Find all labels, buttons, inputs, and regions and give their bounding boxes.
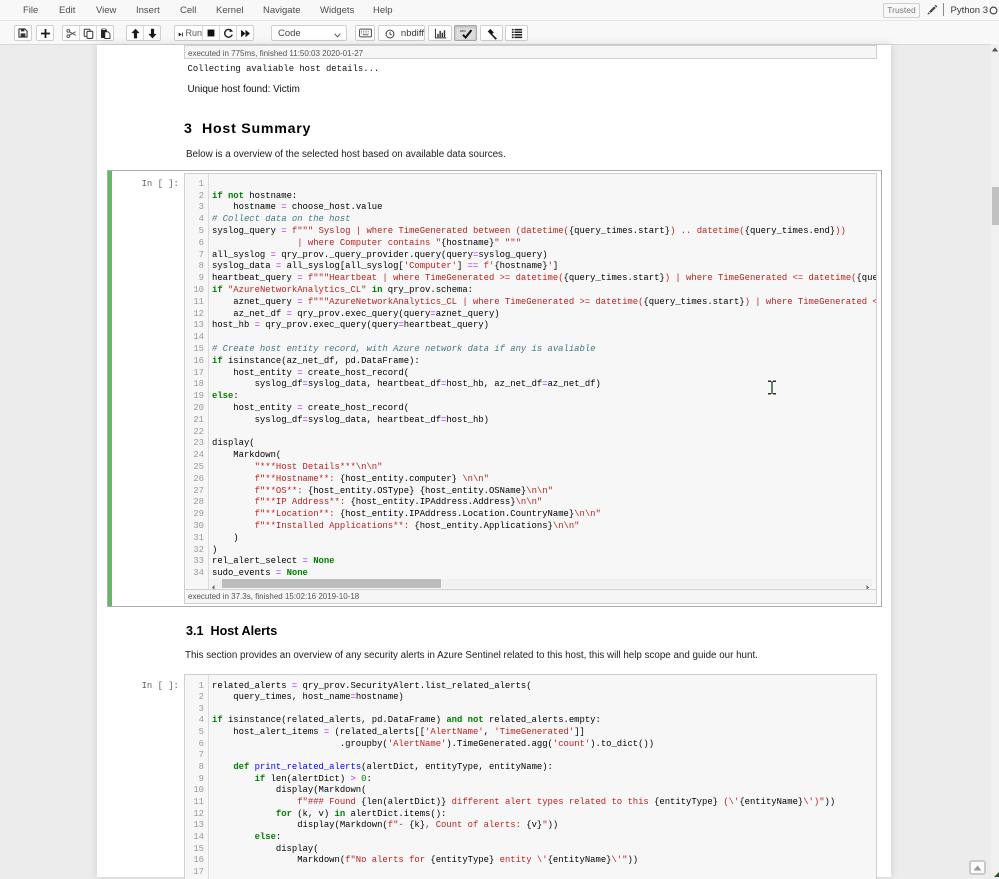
svg-text:abc: abc — [459, 28, 465, 33]
